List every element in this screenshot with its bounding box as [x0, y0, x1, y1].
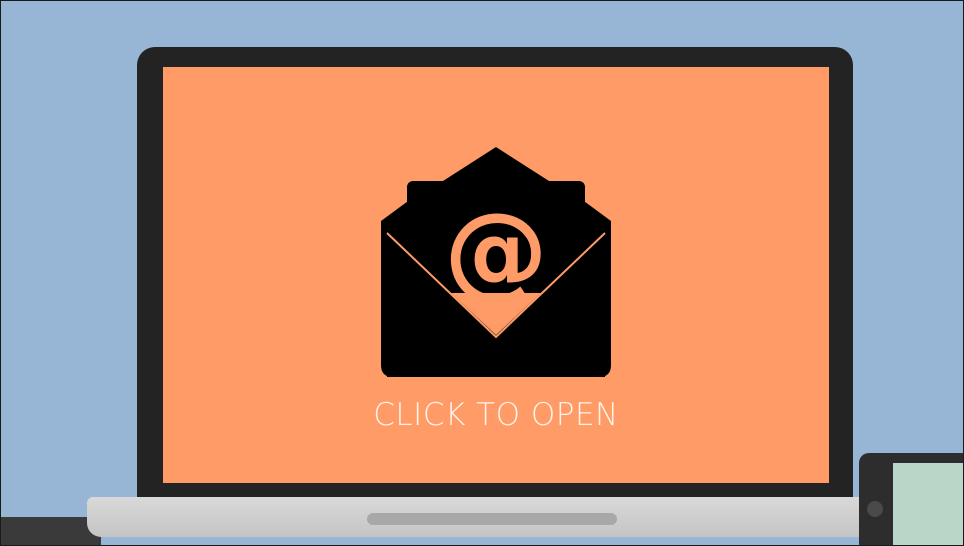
phone-device: [859, 453, 963, 545]
svg-text:@: @: [444, 190, 548, 312]
click-to-open-label: CLICK TO OPEN: [373, 397, 619, 433]
scene: @ CLICK TO OPEN: [0, 0, 964, 546]
trackpad-notch: [367, 513, 617, 525]
envelope-at-icon: @: [381, 147, 611, 377]
phone-home-button: [867, 501, 883, 517]
laptop-base: [87, 497, 897, 537]
click-to-open-button[interactable]: @ CLICK TO OPEN: [163, 67, 829, 483]
desk-edge: [1, 517, 101, 545]
phone-screen: [893, 463, 963, 545]
